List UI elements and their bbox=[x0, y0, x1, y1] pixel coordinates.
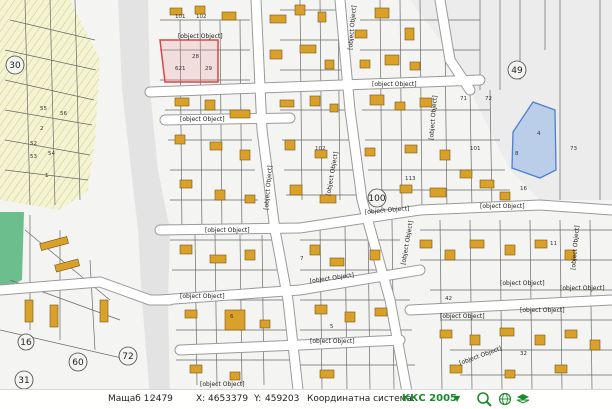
svg-text:[object Object]: [object Object] bbox=[205, 227, 250, 234]
svg-text:[object Object]: [object Object] bbox=[178, 33, 223, 40]
svg-text:54: 54 bbox=[48, 151, 55, 157]
svg-text:[object Object]: [object Object] bbox=[310, 338, 355, 345]
svg-text:71: 71 bbox=[460, 96, 467, 102]
globe-icon[interactable] bbox=[498, 392, 512, 406]
x-coordinate: 4653379 bbox=[208, 394, 249, 404]
svg-text:[object Object]: [object Object] bbox=[180, 293, 225, 300]
status-bar: Мащаб 1: 2479 X: 4653379 Y: 459203 Коорд… bbox=[0, 389, 612, 409]
svg-text:5: 5 bbox=[330, 324, 334, 330]
selected-parcel-red[interactable] bbox=[159, 39, 219, 83]
svg-text:[object Object]: [object Object] bbox=[440, 313, 485, 320]
svg-text:113: 113 bbox=[405, 176, 416, 182]
svg-text:1: 1 bbox=[45, 173, 49, 179]
green-area bbox=[0, 212, 24, 290]
circle-label: 100 bbox=[368, 194, 385, 204]
svg-text:[object Object]: [object Object] bbox=[372, 81, 417, 88]
crs-selector[interactable]: ККС 2005 bbox=[402, 393, 457, 404]
svg-text:55: 55 bbox=[40, 106, 47, 112]
svg-text:[object Object]: [object Object] bbox=[200, 381, 245, 388]
cadastral-map[interactable]: 30 60 31 72 100 49 16 101 102 2 1 52 53 … bbox=[0, 0, 612, 408]
pasture-hatch bbox=[0, 0, 100, 210]
svg-text:102: 102 bbox=[196, 14, 207, 20]
svg-text:42: 42 bbox=[445, 296, 452, 302]
svg-text:73: 73 bbox=[570, 146, 577, 152]
svg-text:[object Object]: [object Object] bbox=[560, 285, 605, 292]
circle-label: 72 bbox=[122, 352, 133, 362]
svg-text:[object Object]: [object Object] bbox=[520, 307, 565, 314]
svg-text:16: 16 bbox=[520, 186, 527, 192]
svg-text:53: 53 bbox=[30, 154, 37, 160]
y-coordinate: 459203 bbox=[265, 394, 300, 404]
circle-label: 30 bbox=[9, 61, 21, 71]
svg-text:28: 28 bbox=[192, 54, 199, 60]
svg-text:6: 6 bbox=[230, 314, 234, 320]
x-label: X: bbox=[196, 394, 206, 404]
circle-label: 16 bbox=[20, 338, 32, 348]
svg-text:101: 101 bbox=[175, 14, 186, 20]
svg-text:[object Object]: [object Object] bbox=[480, 203, 525, 210]
search-icon[interactable] bbox=[476, 391, 494, 407]
svg-text:11: 11 bbox=[550, 241, 557, 247]
svg-text:2: 2 bbox=[40, 126, 44, 132]
scale-label: Мащаб 1: bbox=[108, 394, 153, 404]
svg-text:72: 72 bbox=[485, 96, 492, 102]
crs-label: Координатна система: bbox=[307, 394, 415, 404]
circle-label: 60 bbox=[72, 358, 84, 368]
svg-text:7: 7 bbox=[300, 256, 304, 262]
circle-label: 49 bbox=[511, 66, 523, 76]
scale-value[interactable]: 2479 bbox=[150, 394, 173, 404]
chevron-down-icon[interactable]: ▼ bbox=[454, 394, 460, 403]
svg-text:[object Object]: [object Object] bbox=[180, 116, 225, 123]
svg-text:56: 56 bbox=[60, 111, 67, 117]
svg-text:52: 52 bbox=[30, 141, 37, 147]
svg-text:29: 29 bbox=[205, 66, 212, 72]
svg-text:[object Object]: [object Object] bbox=[500, 280, 545, 287]
svg-text:8: 8 bbox=[515, 151, 519, 157]
circle-label: 31 bbox=[18, 376, 29, 386]
svg-text:621: 621 bbox=[175, 66, 186, 72]
svg-text:102: 102 bbox=[315, 146, 326, 152]
svg-text:32: 32 bbox=[520, 351, 527, 357]
layers-icon[interactable] bbox=[516, 392, 530, 406]
svg-text:4: 4 bbox=[537, 131, 541, 137]
svg-text:101: 101 bbox=[470, 146, 481, 152]
y-label: Y: bbox=[254, 394, 262, 404]
